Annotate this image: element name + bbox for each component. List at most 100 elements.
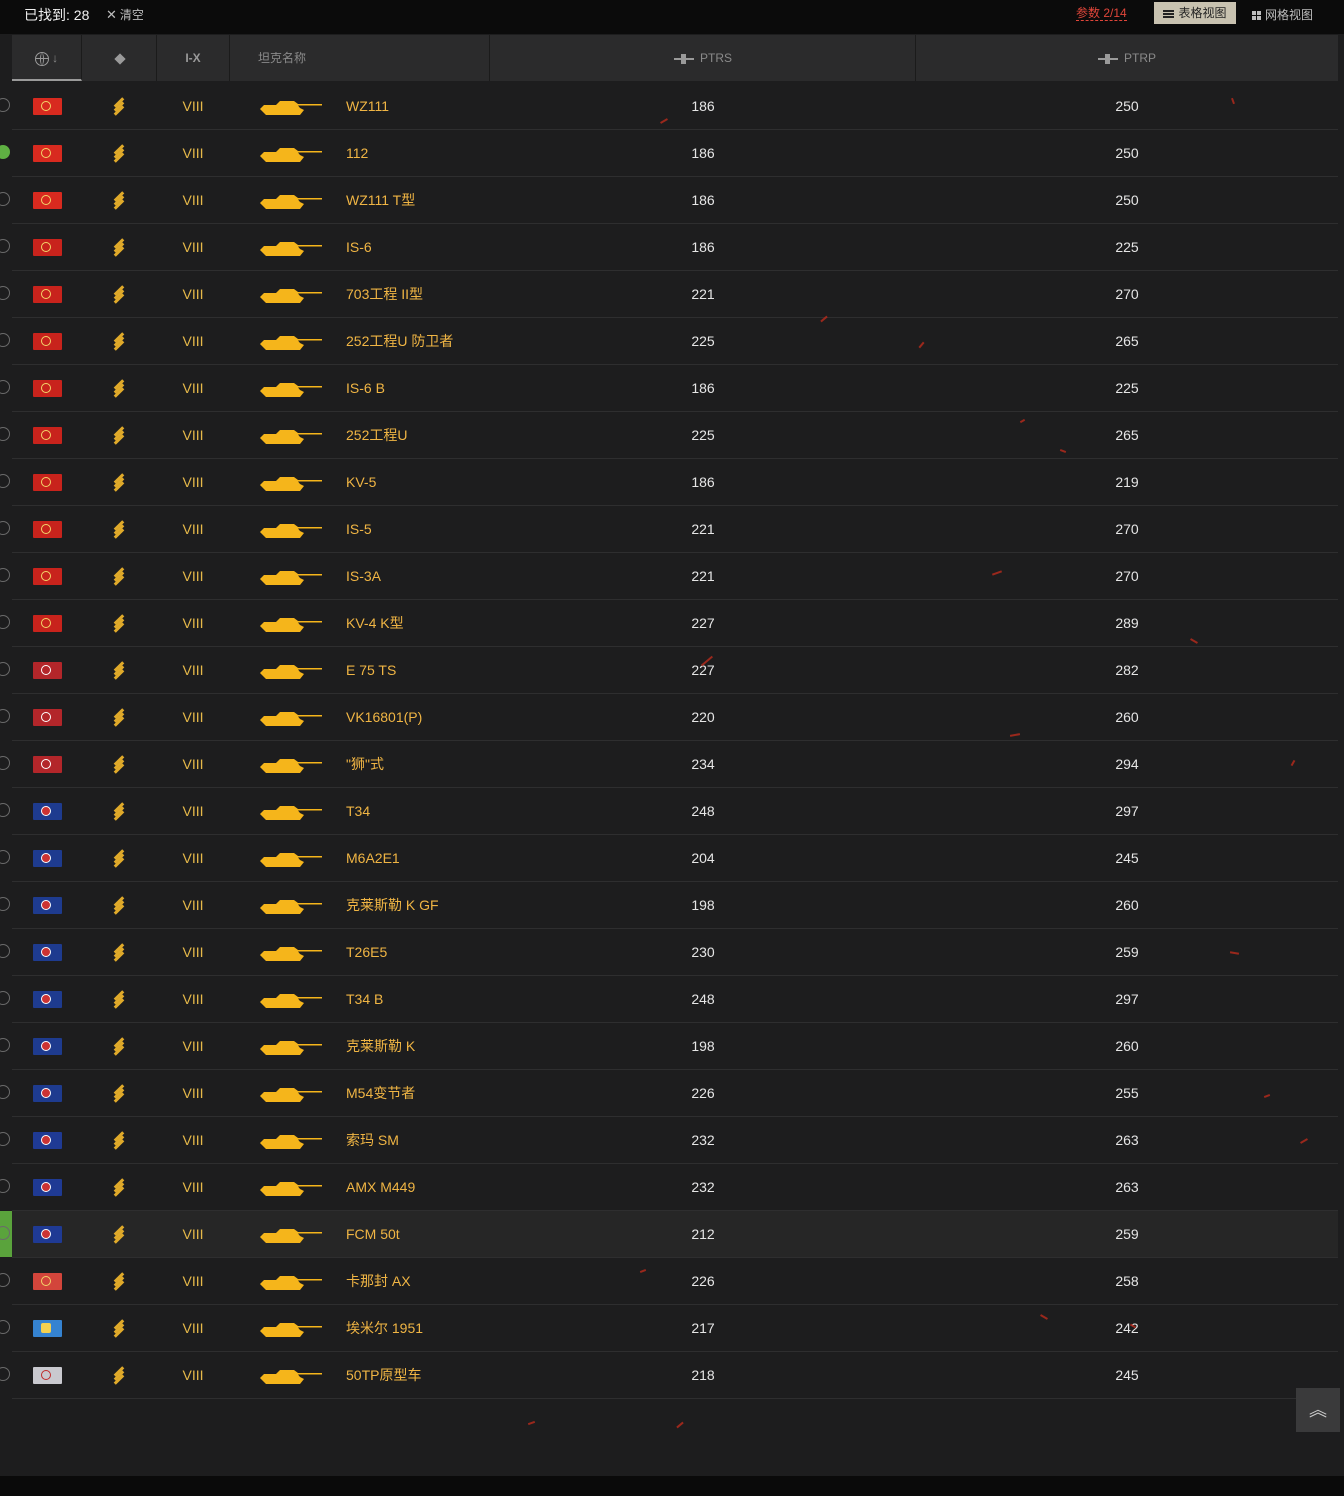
table-row[interactable]: VIII 703工程 II型 221 270 <box>0 271 1338 318</box>
compare-toggle-icon[interactable] <box>0 850 10 864</box>
table-row[interactable]: VIII FCM 50t 212 259 <box>0 1211 1338 1258</box>
compare-toggle-icon[interactable] <box>0 991 10 1005</box>
tank-name[interactable]: AMX M449 <box>346 1164 415 1210</box>
table-row[interactable]: VIII WZ111 T型 186 250 <box>0 177 1338 224</box>
compare-toggle-icon[interactable] <box>0 756 10 770</box>
compare-toggle-icon[interactable] <box>0 1132 10 1146</box>
tank-name[interactable]: T34 B <box>346 976 383 1022</box>
compare-toggle-icon[interactable] <box>0 709 10 723</box>
table-row[interactable]: VIII AMX M449 232 263 <box>0 1164 1338 1211</box>
compare-toggle-icon[interactable] <box>0 1273 10 1287</box>
table-row[interactable]: VIII WZ111 186 250 <box>0 83 1338 130</box>
compare-toggle-icon[interactable] <box>0 662 10 676</box>
tank-name[interactable]: 252工程U <box>346 412 407 458</box>
tank-name[interactable]: WZ111 <box>346 83 389 129</box>
compare-toggle-icon[interactable] <box>0 1085 10 1099</box>
tank-name[interactable]: 252工程U 防卫者 <box>346 318 453 364</box>
table-view-button[interactable]: 表格视图 <box>1154 2 1236 24</box>
tank-name[interactable]: 克莱斯勒 K <box>346 1023 415 1069</box>
compare-toggle-icon[interactable] <box>0 568 10 582</box>
tank-name[interactable]: IS-6 <box>346 224 372 270</box>
table-row[interactable]: VIII T34 248 297 <box>0 788 1338 835</box>
table-row[interactable]: VIII 克莱斯勒 K GF 198 260 <box>0 882 1338 929</box>
compare-toggle-icon[interactable] <box>0 521 10 535</box>
compare-toggle-icon[interactable] <box>0 333 10 347</box>
compare-toggle-icon[interactable] <box>0 192 10 206</box>
compare-toggle-icon[interactable] <box>0 1038 10 1052</box>
compare-toggle-icon[interactable] <box>0 1179 10 1193</box>
tank-name[interactable]: VK16801(P) <box>346 694 422 740</box>
tank-name[interactable]: 112 <box>346 130 368 176</box>
grid-view-button[interactable]: 网格视图 <box>1252 6 1313 23</box>
table-row[interactable]: VIII T34 B 248 297 <box>0 976 1338 1023</box>
compare-toggle-icon[interactable] <box>0 897 10 911</box>
tank-name[interactable]: IS-6 B <box>346 365 385 411</box>
tank-name[interactable]: WZ111 T型 <box>346 177 415 223</box>
table-row[interactable]: VIII 索玛 SM 232 263 <box>0 1117 1338 1164</box>
tank-name[interactable]: T34 <box>346 788 370 834</box>
tank-name[interactable]: 卡那封 AX <box>346 1258 411 1304</box>
compare-toggle-icon[interactable] <box>0 803 10 817</box>
table-row[interactable]: VIII 252工程U 防卫者 225 265 <box>0 318 1338 365</box>
tank-name[interactable]: 克莱斯勒 K GF <box>346 882 439 928</box>
tank-name[interactable]: IS-3A <box>346 553 381 599</box>
ptrp-value: 270 <box>1115 286 1139 302</box>
table-row[interactable]: VIII IS-6 186 225 <box>0 224 1338 271</box>
table-row[interactable]: VIII M54变节者 226 255 <box>0 1070 1338 1117</box>
compare-toggle-icon[interactable] <box>0 474 10 488</box>
table-row[interactable]: VIII IS-5 221 270 <box>0 506 1338 553</box>
tank-name[interactable]: FCM 50t <box>346 1211 400 1257</box>
params-link[interactable]: 参数 2/14 <box>1076 6 1127 21</box>
table-row[interactable]: VIII T26E5 230 259 <box>0 929 1338 976</box>
tank-name[interactable]: 埃米尔 1951 <box>346 1305 423 1351</box>
ptrp-value: 270 <box>1115 568 1139 584</box>
table-row[interactable]: VIII 克莱斯勒 K 198 260 <box>0 1023 1338 1070</box>
column-nation[interactable]: ↓ <box>12 35 82 81</box>
column-ptrs[interactable]: PTRS <box>491 35 916 81</box>
tank-name[interactable]: M54变节者 <box>346 1070 415 1116</box>
column-ptrp[interactable]: PTRP <box>916 35 1338 81</box>
table-row[interactable]: VIII IS-3A 221 270 <box>0 553 1338 600</box>
flag-usa-icon <box>33 991 62 1008</box>
table-row[interactable]: VIII 50TP原型车 218 245 <box>0 1352 1338 1399</box>
column-type[interactable] <box>84 35 157 81</box>
tank-name[interactable]: E 75 TS <box>346 647 396 693</box>
compare-toggle-icon[interactable] <box>0 380 10 394</box>
tank-silhouette-icon <box>258 192 324 210</box>
compare-toggle-icon[interactable] <box>0 1320 10 1334</box>
compare-toggle-icon[interactable] <box>0 98 10 112</box>
table-row[interactable]: VIII 卡那封 AX 226 258 <box>0 1258 1338 1305</box>
compare-toggle-icon[interactable] <box>0 615 10 629</box>
table-row[interactable]: VIII KV-4 K型 227 289 <box>0 600 1338 647</box>
tank-name[interactable]: M6A2E1 <box>346 835 400 881</box>
tank-name[interactable]: "狮"式 <box>346 741 384 787</box>
table-row[interactable]: VIII "狮"式 234 294 <box>0 741 1338 788</box>
tank-name[interactable]: 索玛 SM <box>346 1117 399 1163</box>
compare-toggle-icon[interactable] <box>0 944 10 958</box>
tank-name[interactable]: T26E5 <box>346 929 387 975</box>
table-row[interactable]: VIII 112 186 250 <box>0 130 1338 177</box>
tank-name[interactable]: KV-4 K型 <box>346 600 404 646</box>
tank-name[interactable]: KV-5 <box>346 459 376 505</box>
table-row[interactable]: VIII 252工程U 225 265 <box>0 412 1338 459</box>
compare-toggle-icon[interactable] <box>0 286 10 300</box>
tank-name[interactable]: 50TP原型车 <box>346 1352 421 1398</box>
table-row[interactable]: VIII IS-6 B 186 225 <box>0 365 1338 412</box>
heavy-tank-icon <box>112 1225 126 1244</box>
table-row[interactable]: VIII VK16801(P) 220 260 <box>0 694 1338 741</box>
tank-name[interactable]: IS-5 <box>346 506 372 552</box>
column-tier[interactable]: I-X <box>157 35 230 81</box>
compare-toggle-icon[interactable] <box>0 1367 10 1381</box>
clear-button[interactable]: ✕ 清空 <box>106 6 144 23</box>
ptrs-value: 221 <box>691 286 715 302</box>
back-to-top-button[interactable]: ︽ <box>1296 1388 1340 1432</box>
tank-name[interactable]: 703工程 II型 <box>346 271 423 317</box>
compare-toggle-icon[interactable] <box>0 427 10 441</box>
table-row[interactable]: VIII KV-5 186 219 <box>0 459 1338 506</box>
table-row[interactable]: VIII E 75 TS 227 282 <box>0 647 1338 694</box>
check-icon[interactable] <box>0 145 10 159</box>
column-name[interactable]: 坦克名称 <box>230 35 490 81</box>
compare-toggle-icon[interactable] <box>0 239 10 253</box>
table-row[interactable]: VIII 埃米尔 1951 217 242 <box>0 1305 1338 1352</box>
table-row[interactable]: VIII M6A2E1 204 245 <box>0 835 1338 882</box>
